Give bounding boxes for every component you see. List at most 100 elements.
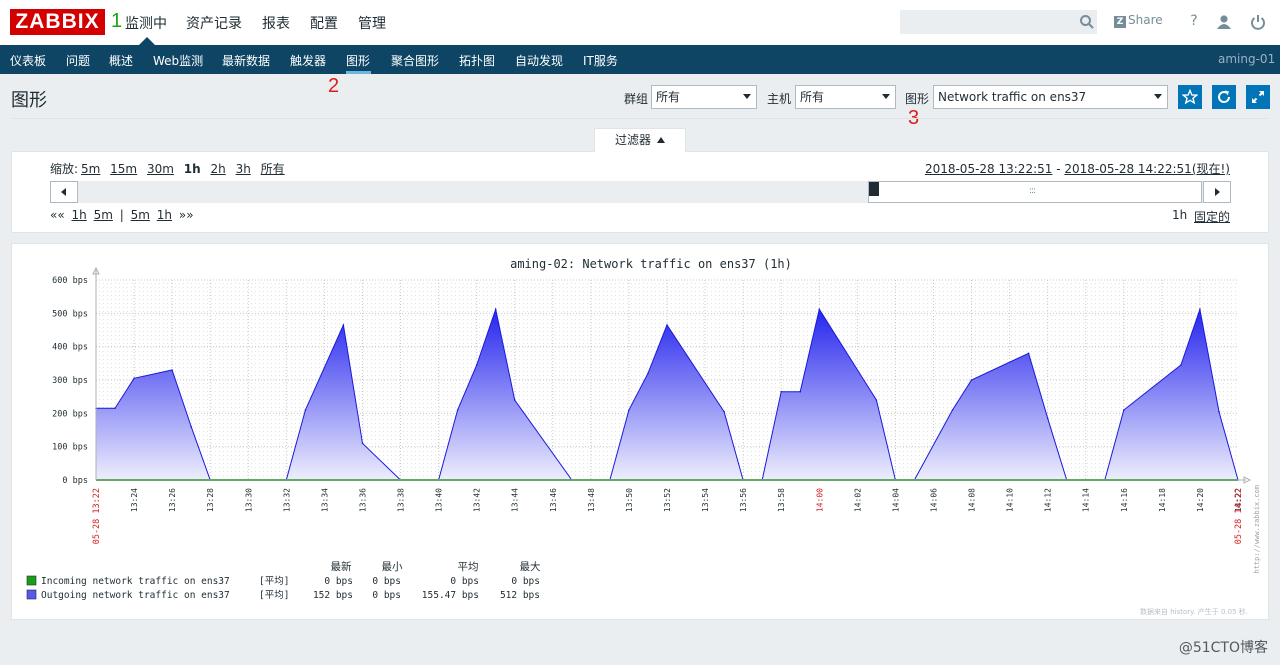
time-from[interactable]: 2018-05-28 13:22:51 (925, 162, 1052, 176)
x-tick-label: 13:30 (244, 488, 253, 512)
header-divider (11, 118, 1269, 119)
legend-swatch (26, 575, 37, 586)
menu-configuration[interactable]: 配置 (310, 13, 338, 33)
plot-area: 600 bps 500 bps 400 bps 300 bps 200 bps 100 b… (52, 266, 1261, 574)
menu-administration[interactable]: 管理 (358, 13, 386, 33)
zoom-15m[interactable]: 15m (110, 162, 137, 176)
graph-select[interactable]: Network traffic on ens37 (933, 85, 1168, 109)
menu-monitoring[interactable]: 监测中 (125, 13, 167, 33)
submenu-it-services[interactable]: IT服务 (583, 52, 618, 69)
outgoing-data-point (818, 308, 821, 311)
submenu-problems[interactable]: 问题 (66, 52, 90, 69)
outgoing-data-point (970, 379, 973, 381)
zoom-1h-selected[interactable]: 1h (184, 162, 201, 176)
filter-toggle-tab[interactable]: 过滤器 (594, 128, 686, 152)
zoom-3h[interactable]: 3h (236, 162, 251, 176)
outgoing-data-point (1199, 308, 1201, 311)
active-submenu-indicator (346, 71, 371, 74)
refresh-icon (1218, 90, 1231, 103)
time-range: 2018-05-28 13:22:51 - 2018-05-28 14:22:5… (925, 160, 1230, 177)
x-tick-label: 13:36 (358, 488, 367, 512)
legend-series-name: Incoming network traffic on ens37 (41, 576, 230, 587)
menu-inventory[interactable]: 资产记录 (186, 13, 242, 33)
add-favourite-button[interactable] (1178, 85, 1202, 109)
fixed-toggle[interactable]: 固定的 (1194, 208, 1230, 225)
x-tick-label: 13:24 (130, 488, 139, 512)
x-tick-label: 13:58 (777, 488, 786, 512)
x-tick-label: 14:02 (853, 488, 862, 512)
share-label: Share (1128, 13, 1163, 27)
submenu-web[interactable]: Web监测 (153, 52, 203, 69)
outgoing-data-point (361, 442, 364, 445)
y-tick-label: 500 bps (52, 309, 88, 319)
zoom-5m[interactable]: 5m (81, 162, 100, 176)
fullscreen-button[interactable] (1246, 85, 1270, 109)
chevron-down-icon (743, 94, 751, 99)
submenu-discovery[interactable]: 自动发现 (515, 52, 563, 69)
submenu-maps[interactable]: 拓扑图 (459, 52, 495, 69)
y-tick-label: 300 bps (52, 376, 88, 386)
time-to[interactable]: 2018-05-28 14:22:51 (1064, 162, 1191, 176)
search-input[interactable] (900, 10, 1097, 34)
outgoing-data-point (799, 390, 801, 393)
zoom-label: 缩放: (50, 162, 79, 176)
graph-select-value: Network traffic on ens37 (938, 90, 1087, 104)
refresh-button[interactable] (1212, 85, 1236, 109)
nav-forward-all[interactable]: »» (179, 208, 194, 222)
outgoing-data-point (951, 409, 954, 411)
x-tick-label: 14:18 (1158, 488, 1167, 512)
scroll-right-button[interactable] (1203, 181, 1231, 203)
thumb-right-arrow-icon[interactable] (874, 182, 879, 196)
nav-back-5m[interactable]: 5m (94, 208, 113, 222)
time-now[interactable]: (现在!) (1192, 162, 1230, 176)
legend-value-avg: 155.47 bps (422, 590, 479, 601)
period-navigation: «« 1h 5m | 5m 1h »» (50, 208, 194, 222)
legend-value-min: 0 bps (372, 576, 401, 587)
submenu-screens[interactable]: 聚合图形 (391, 52, 439, 69)
x-tick-label: 13:34 (320, 488, 329, 512)
group-select[interactable]: 所有 (651, 85, 757, 109)
outgoing-data-point (723, 410, 725, 413)
submenu-latest-data[interactable]: 最新数据 (222, 52, 270, 69)
x-tick-label: 13:32 (282, 488, 291, 512)
scroll-left-button[interactable] (50, 181, 78, 203)
host-select[interactable]: 所有 (795, 85, 896, 109)
help-icon[interactable]: ? (1185, 13, 1203, 31)
menu-reports[interactable]: 报表 (262, 13, 290, 33)
nav-forward-5m[interactable]: 5m (131, 208, 150, 222)
grip-icon[interactable]: ::: (1029, 186, 1036, 196)
share-button[interactable]: Z Share (1114, 13, 1163, 28)
legend-value-avg: 0 bps (450, 576, 479, 587)
x-start-label: 05-28 13:22 (92, 488, 102, 544)
zabbix-logo[interactable]: ZABBIX (10, 9, 105, 35)
watermark-text: @51CTO博客 (1178, 640, 1268, 656)
zoom-all[interactable]: 所有 (261, 162, 285, 176)
search-icon[interactable] (1079, 14, 1095, 30)
fullscreen-icon (1252, 91, 1264, 103)
star-icon (1182, 89, 1198, 105)
legend-function: [平均] (259, 589, 289, 601)
submenu-triggers[interactable]: 触发器 (290, 52, 326, 69)
nav-forward-1h[interactable]: 1h (157, 208, 172, 222)
outgoing-data-point (171, 369, 173, 371)
legend-value-max: 512 bps (500, 590, 540, 601)
arrow-right-icon (1215, 188, 1220, 196)
zoom-2h[interactable]: 2h (210, 162, 225, 176)
submenu-graphs[interactable]: 图形 (346, 52, 370, 69)
user-profile-icon[interactable] (1215, 13, 1233, 31)
outgoing-data-point (494, 308, 497, 311)
network-traffic-graph[interactable]: aming-02: Network traffic on ens37 (1h) … (11, 243, 1269, 620)
logout-icon[interactable] (1249, 13, 1267, 31)
nav-separator: | (119, 208, 124, 222)
outgoing-data-point (342, 324, 345, 326)
submenu-dashboard[interactable]: 仪表板 (10, 52, 46, 69)
host-select-value: 所有 (800, 90, 825, 104)
outgoing-data-point (1218, 410, 1220, 413)
nav-back-all[interactable]: «« (50, 208, 65, 222)
x-tick-label: 13:52 (663, 488, 672, 512)
zoom-30m[interactable]: 30m (147, 162, 174, 176)
x-tick-label: 14:12 (1044, 488, 1053, 512)
nav-back-1h[interactable]: 1h (72, 208, 87, 222)
active-menu-caret (139, 37, 155, 45)
submenu-overview[interactable]: 概述 (109, 52, 133, 69)
